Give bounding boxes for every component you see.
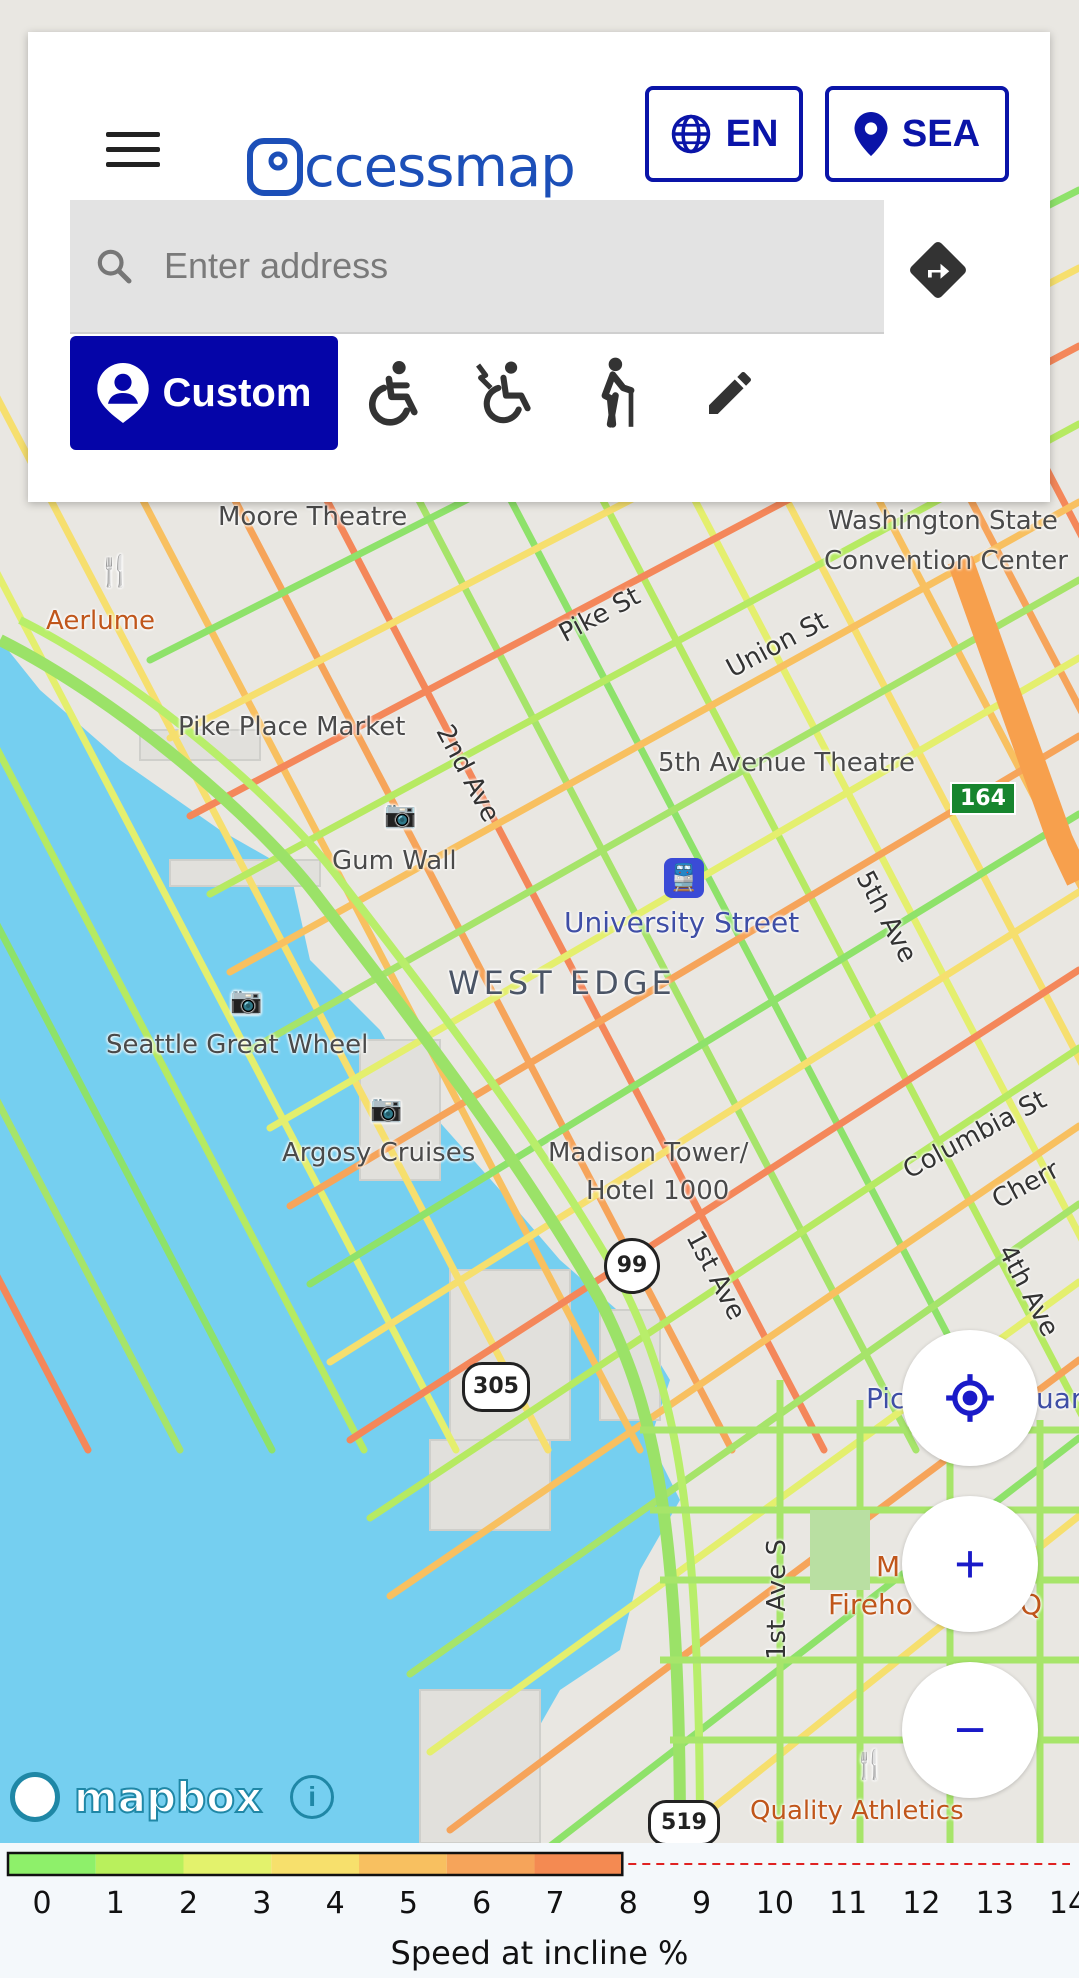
- legend-tick-label: 3: [252, 1886, 272, 1921]
- label-1st-ave-s: 1st Ave S: [762, 1539, 792, 1660]
- legend-tick-label: 7: [545, 1886, 565, 1921]
- route-164-shield: 164: [950, 782, 1016, 815]
- label-pioneer-end: uare: [1036, 1382, 1079, 1415]
- label-university-street: University Street: [564, 906, 800, 939]
- legend-color-bar: [6, 1851, 1070, 1877]
- legend-color-segment: [446, 1853, 535, 1875]
- legend-tick-label: 4: [325, 1886, 345, 1921]
- custom-profile-label: Custom: [162, 370, 312, 415]
- legend-tick-label: 9: [692, 1886, 712, 1921]
- fork-knife-icon: 🍴: [96, 554, 134, 589]
- mapbox-wordmark: mapbox: [73, 1772, 263, 1823]
- legend-tick-label: 10: [755, 1886, 794, 1921]
- globe-icon: [671, 114, 710, 154]
- edit-pencil-icon[interactable]: [690, 350, 770, 436]
- camera-icon: 📷: [384, 800, 417, 830]
- train-station-icon: 🚆: [664, 858, 704, 898]
- region-button[interactable]: SEA: [825, 86, 1009, 182]
- mapbox-logo-icon: [10, 1772, 60, 1822]
- label-aerlume: Aerlume: [46, 606, 156, 636]
- locate-me-button[interactable]: [902, 1330, 1038, 1466]
- language-button[interactable]: EN: [645, 86, 803, 182]
- region-label: SEA: [901, 112, 981, 155]
- legend-color-segment: [183, 1853, 272, 1875]
- logo-text: ccessmap: [304, 134, 576, 200]
- label-fire-2: Fireho: [828, 1588, 913, 1621]
- legend-tick-label: 5: [398, 1886, 418, 1921]
- crosshair-icon: [946, 1374, 994, 1422]
- zoom-in-button[interactable]: +: [902, 1496, 1038, 1632]
- legend-color-segment: [534, 1853, 623, 1875]
- label-5th-ave-theatre: 5th Avenue Theatre: [658, 748, 915, 778]
- fork-knife-icon: 🍴: [852, 1748, 887, 1781]
- wheelchair-icon[interactable]: [354, 350, 434, 436]
- label-pioneer: Pic: [866, 1382, 906, 1415]
- zoom-in-label: +: [954, 1534, 986, 1594]
- label-madison-1: Madison Tower/: [548, 1138, 749, 1168]
- route-99-shield: 99: [604, 1238, 660, 1294]
- label-pike-place: Pike Place Market: [178, 712, 406, 742]
- label-moore-theatre: Moore Theatre: [218, 502, 408, 532]
- label-madison-2: Hotel 1000: [586, 1176, 730, 1206]
- accessmap-logo-icon: [247, 138, 303, 196]
- label-fire-1: M: [876, 1550, 901, 1583]
- cane-icon[interactable]: [578, 350, 658, 436]
- legend-tick-label: 0: [32, 1886, 52, 1921]
- top-toolbar-panel: ccessmap EN SEA Enter address Custom: [28, 32, 1050, 502]
- label-west-edge: WEST EDGE: [448, 964, 676, 1002]
- directions-icon[interactable]: [908, 240, 968, 300]
- route-519-shield: 519: [648, 1800, 720, 1846]
- address-search-input[interactable]: [162, 244, 806, 288]
- legend-tick-label: 11: [829, 1886, 868, 1921]
- language-label: EN: [725, 112, 779, 155]
- legend-tick-label: 14: [1048, 1886, 1079, 1921]
- info-icon[interactable]: i: [290, 1775, 335, 1819]
- label-great-wheel: Seattle Great Wheel: [106, 1030, 369, 1060]
- legend-tick-label: 1: [105, 1886, 125, 1921]
- legend-color-segment: [95, 1853, 184, 1875]
- location-pin-icon: [854, 112, 888, 156]
- zoom-out-button[interactable]: −: [902, 1662, 1038, 1798]
- mapbox-attribution: mapbox i: [10, 1772, 335, 1823]
- incline-legend: 0 1 2 3 4 5 6 7 8 9 10 11 12 13 14 Speed at incline %: [0, 1843, 1079, 1978]
- user-profile-icon: [96, 363, 149, 423]
- camera-icon: 📷: [370, 1094, 403, 1124]
- legend-tick-label: 8: [618, 1886, 638, 1921]
- legend-title: Speed at incline %: [390, 1934, 689, 1972]
- label-gum-wall: Gum Wall: [332, 846, 457, 876]
- legend-tick-label: 2: [179, 1886, 199, 1921]
- legend-color-segment: [359, 1853, 447, 1875]
- zoom-out-label: −: [954, 1700, 986, 1760]
- label-convention-2: Convention Center: [824, 546, 1068, 576]
- label-argosy: Argosy Cruises: [282, 1138, 476, 1168]
- legend-tick-label: 12: [902, 1886, 941, 1921]
- legend-color-segment: [271, 1853, 360, 1875]
- hamburger-menu-icon[interactable]: [98, 122, 168, 182]
- accessmap-logo: ccessmap: [246, 132, 576, 202]
- search-icon: [97, 249, 132, 284]
- label-quality-athletics: Quality Athletics: [750, 1796, 964, 1826]
- route-305-shield: 305: [462, 1362, 530, 1412]
- legend-tick-label: 6: [472, 1886, 492, 1921]
- legend-color-segment: [8, 1853, 96, 1875]
- custom-profile-button[interactable]: Custom: [70, 336, 338, 450]
- powered-wheelchair-icon[interactable]: [466, 350, 546, 436]
- camera-icon: 📷: [230, 986, 263, 1016]
- label-convention-1: Washington State: [828, 506, 1058, 536]
- legend-tick-label: 13: [975, 1886, 1014, 1921]
- address-search-bar[interactable]: [70, 200, 884, 334]
- logo-wordmark: ccessmap: [304, 134, 576, 200]
